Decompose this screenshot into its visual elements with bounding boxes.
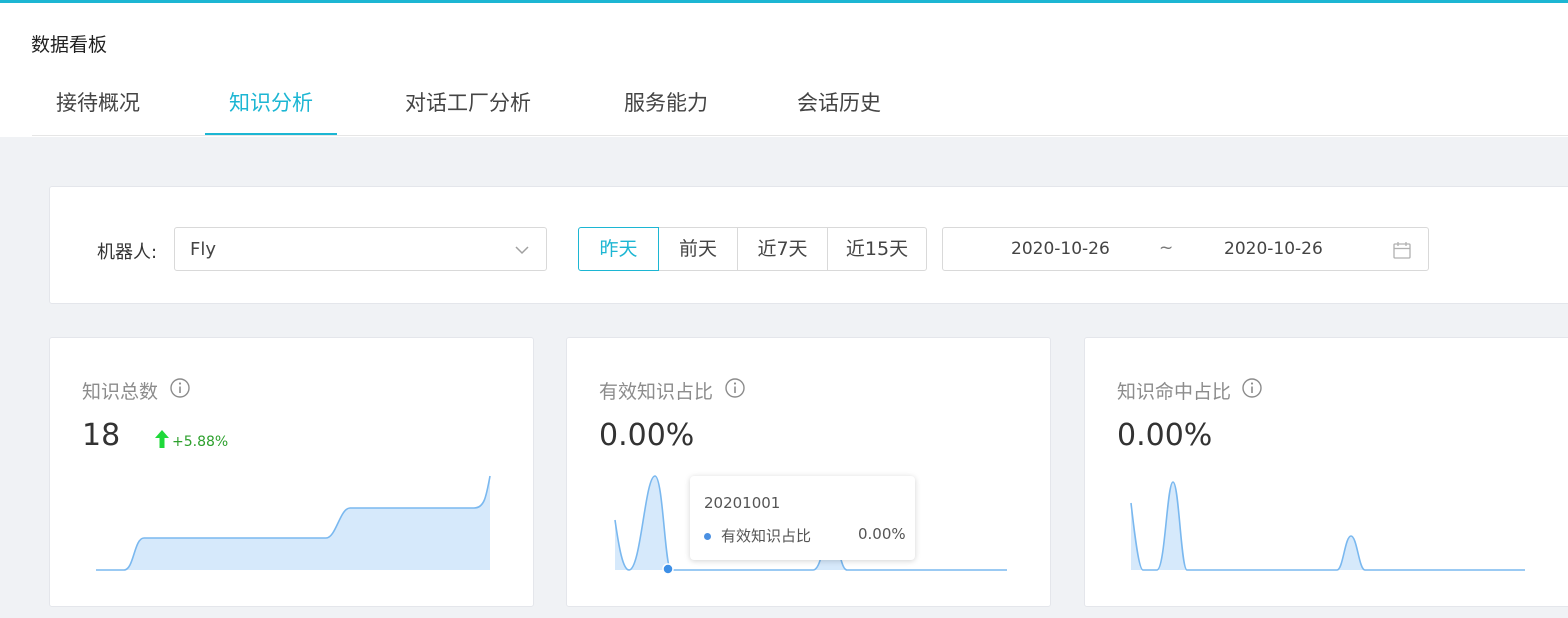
filter-panel: 机器人: Fly 昨天 前天 近7天 近15天 2020-10-26 ~ 202… [49,186,1568,304]
robot-label: 机器人: [97,242,158,263]
range-label: 前天 [678,238,717,260]
tab-label: 对话工厂分析 [405,91,531,115]
tab-label: 接待概况 [56,91,140,115]
tab-dialog-factory-analysis[interactable]: 对话工厂分析 [375,88,561,134]
range-day-before-button[interactable]: 前天 [658,227,738,271]
tooltip-date: 20201001 [704,494,781,512]
metric-value: 18 [82,418,121,453]
range-15-days-button[interactable]: 近15天 [827,227,927,271]
page-title: 数据看板 [31,34,108,56]
range-label: 近7天 [757,238,808,260]
tab-bar: 接待概况 知识分析 对话工厂分析 服务能力 会话历史 [32,88,905,135]
date-range-picker[interactable]: 2020-10-26 ~ 2020-10-26 [942,227,1429,271]
metric-card-knowledge-total: 知识总数 18 +5.88% [49,337,534,607]
date-range-shortcuts: 昨天 前天 近7天 近15天 [578,227,927,271]
date-start[interactable]: 2020-10-26 [1011,239,1110,259]
info-circle-icon[interactable] [1241,377,1263,399]
tab-divider [32,135,1568,136]
tab-session-history[interactable]: 会话历史 [773,88,905,134]
range-7-days-button[interactable]: 近7天 [737,227,828,271]
metric-value: 0.00% [599,418,695,453]
info-circle-icon[interactable] [169,377,191,399]
info-circle-icon[interactable] [724,377,746,399]
tab-label: 知识分析 [229,91,313,115]
trend-value: +5.88% [172,434,229,450]
metric-value: 0.00% [1117,418,1213,453]
tooltip-series-dot [704,533,711,540]
tab-service-capability[interactable]: 服务能力 [600,88,732,134]
range-yesterday-button[interactable]: 昨天 [578,227,659,271]
trend-indicator: +5.88% [154,428,228,450]
tooltip-series-label: 有效知识占比 [721,527,812,545]
metric-card-knowledge-hit-ratio: 知识命中占比 0.00% [1084,337,1568,607]
tab-knowledge-analysis[interactable]: 知识分析 [205,88,337,135]
range-label: 昨天 [599,238,638,260]
tab-label: 会话历史 [797,91,881,115]
arrow-up-icon [155,430,169,448]
tooltip-value: 0.00% [858,525,906,543]
robot-select-value: Fly [190,239,217,260]
date-separator: ~ [1159,238,1174,258]
date-end[interactable]: 2020-10-26 [1224,239,1323,259]
metric-title: 知识总数 [82,381,159,403]
tab-reception-overview[interactable]: 接待概况 [32,88,164,134]
robot-select[interactable]: Fly [174,227,547,271]
metric-card-valid-knowledge-ratio: 有效知识占比 0.00% [566,337,1051,607]
metric-title: 有效知识占比 [599,381,714,403]
calendar-icon [1393,242,1411,259]
chevron-down-icon [515,246,529,255]
hover-marker [662,563,674,575]
range-label: 近15天 [845,238,909,260]
chart-tooltip: 20201001 有效知识占比 0.00% [690,476,915,560]
metric-title: 知识命中占比 [1117,381,1232,403]
tab-label: 服务能力 [624,91,708,115]
